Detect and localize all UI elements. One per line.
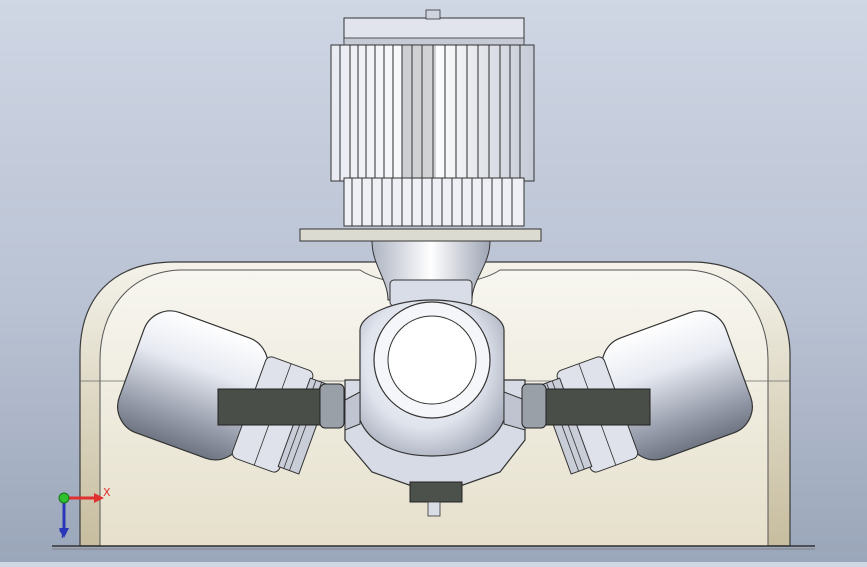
motor-neck xyxy=(371,240,491,307)
origin-marker xyxy=(58,492,70,504)
left-clamp xyxy=(217,383,345,429)
x-axis-label: X xyxy=(103,486,111,499)
cad-model-render xyxy=(52,9,815,550)
right-clamp xyxy=(521,383,651,429)
cad-viewport[interactable] xyxy=(0,0,867,562)
motor xyxy=(299,9,542,242)
y-axis-label: Y xyxy=(59,528,66,541)
